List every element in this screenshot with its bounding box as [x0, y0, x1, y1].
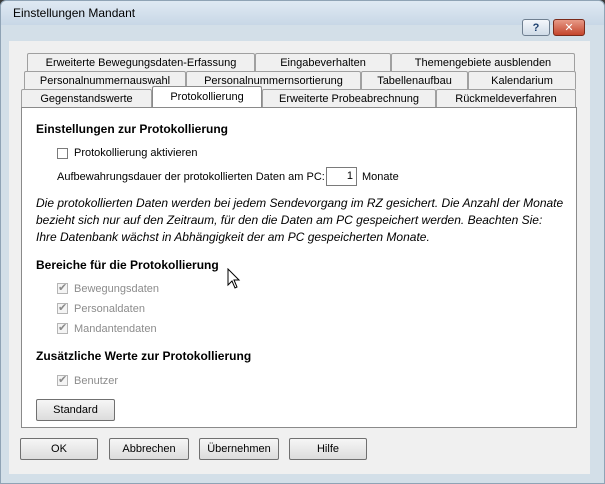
ok-button[interactable]: OK — [20, 438, 98, 460]
protokollierung-panel: Einstellungen zur Protokollierung Protok… — [21, 107, 577, 428]
bewegungsdaten-checkbox[interactable]: ✔ — [57, 282, 68, 294]
settings-window: Einstellungen Mandant ? ✕ Erweiterte Bew… — [0, 0, 605, 484]
tab-protokollierung[interactable]: Protokollierung — [152, 86, 262, 107]
bewegungsdaten-label: Bewegungsdaten — [74, 283, 160, 295]
personaldaten-label: Personaldaten — [74, 303, 145, 315]
help-button[interactable]: Hilfe — [289, 438, 367, 460]
mandantendaten-checkbox[interactable]: ✔ — [57, 322, 68, 334]
tab-tabellenaufbau[interactable]: Tabellenaufbau — [361, 71, 468, 89]
tab-rueckmeldeverfahren[interactable]: Rückmeldeverfahren — [436, 89, 576, 107]
checkmark-icon: ✔ — [58, 302, 68, 314]
enable-logging-checkbox[interactable] — [57, 148, 68, 159]
mouse-cursor-icon — [227, 268, 241, 289]
section-title-areas: Bereiche für die Protokollierung — [36, 258, 219, 272]
standard-button[interactable]: Standard — [36, 399, 115, 421]
window-title: Einstellungen Mandant — [13, 6, 136, 20]
retention-unit: Monate — [362, 171, 399, 183]
mandantendaten-label: Mandantendaten — [74, 323, 157, 335]
retention-label: Aufbewahrungsdauer der protokollierten D… — [57, 171, 325, 183]
section-title-extra: Zusätzliche Werte zur Protokollierung — [36, 349, 252, 363]
close-button[interactable]: ✕ — [553, 19, 585, 36]
personaldaten-checkbox[interactable]: ✔ — [57, 302, 68, 314]
section-title-settings: Einstellungen zur Protokollierung — [36, 122, 229, 136]
title-bar[interactable]: Einstellungen Mandant — [1, 1, 604, 25]
checkmark-icon: ✔ — [58, 374, 68, 386]
tab-erweiterte-bewegungsdaten[interactable]: Erweiterte Bewegungsdaten-Erfassung — [27, 53, 255, 71]
help-title-button[interactable]: ? — [522, 19, 550, 36]
tab-themengebiete[interactable]: Themengebiete ausblenden — [391, 53, 575, 71]
benutzer-label: Benutzer — [74, 375, 119, 387]
info-text: Die protokollierten Daten werden bei jed… — [36, 196, 564, 244]
benutzer-checkbox[interactable]: ✔ — [57, 374, 68, 386]
tab-gegenstandswerte[interactable]: Gegenstandswerte — [21, 89, 152, 107]
tab-erweiterte-probeabrechnung[interactable]: Erweiterte Probeabrechnung — [262, 89, 436, 107]
checkmark-icon: ✔ — [58, 322, 68, 334]
tab-kalendarium[interactable]: Kalendarium — [468, 71, 576, 89]
tab-eingabeverhalten[interactable]: Eingabeverhalten — [255, 53, 391, 71]
enable-logging-label: Protokollierung aktivieren — [74, 147, 198, 159]
checkmark-icon: ✔ — [58, 282, 68, 294]
apply-button[interactable]: Übernehmen — [199, 438, 279, 460]
retention-months-input[interactable]: 1 — [326, 167, 357, 186]
cancel-button[interactable]: Abbrechen — [109, 438, 189, 460]
